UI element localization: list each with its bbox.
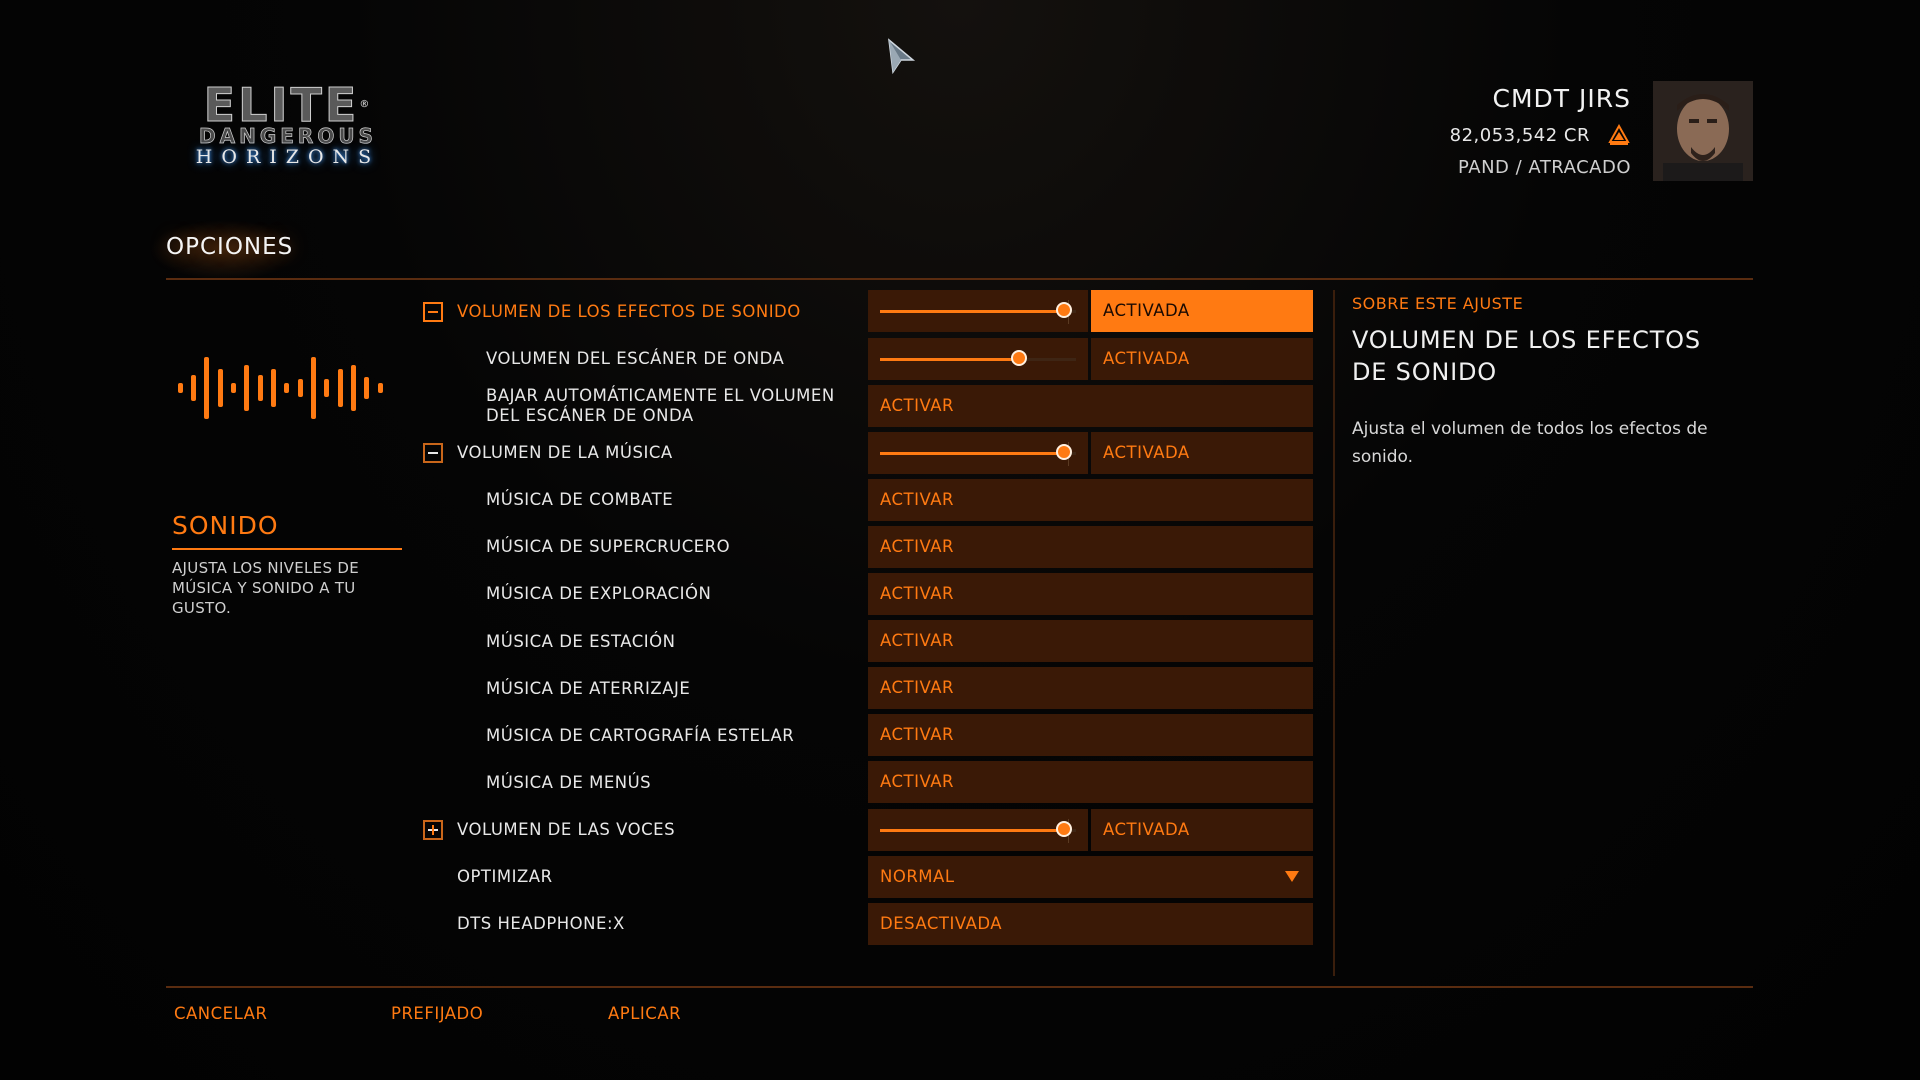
help-body: Ajusta el volumen de todos los efectos d… [1352,419,1708,467]
music-volume-slider[interactable] [868,432,1088,474]
apply-button[interactable]: APLICAR [608,1004,681,1023]
dts-label: DTS HEADPHONE:X [457,914,625,933]
station-music-button[interactable]: ACTIVAR [868,620,1313,662]
exploration-music-label: MÚSICA DE EXPLORACIÓN [486,584,712,603]
help-kicker: SOBRE ESTE AJUSTE [1352,294,1524,313]
auto-lower-button[interactable]: ACTIVAR [868,385,1313,427]
default-button[interactable]: PREFIJADO [391,1004,483,1023]
sfx-volume-label: VOLUMEN DE LOS EFECTOS DE SONIDO [457,302,801,321]
combat-music-label: MÚSICA DE COMBATE [486,490,674,509]
collapse-music-icon[interactable] [423,443,443,463]
help-title: VOLUMEN DE LOS EFECTOS DE SONIDO [1352,326,1701,386]
auto-lower-label: BAJAR AUTOMÁTICAMENTE EL VOLUMEN DEL ESC… [486,386,835,425]
supercruise-music-label: MÚSICA DE SUPERCRUCERO [486,537,731,556]
voice-volume-label: VOLUMEN DE LAS VOCES [457,820,676,839]
menu-music-label: MÚSICA DE MENÚS [486,773,652,792]
credits-balance: 82,053,542 CR [1449,125,1590,146]
chevron-down-icon [1285,871,1299,882]
rank-icon [1608,124,1630,145]
exploration-music-button[interactable]: ACTIVAR [868,573,1313,615]
wave-scanner-volume-label: VOLUMEN DEL ESCÁNER DE ONDA [486,349,785,368]
commander-location: PAND / ATRACADO [1458,157,1631,178]
cancel-button[interactable]: CANCELAR [174,1004,267,1023]
landing-music-button[interactable]: ACTIVAR [868,667,1313,709]
voice-volume-slider[interactable] [868,809,1088,851]
landing-music-label: MÚSICA DE ATERRIZAJE [486,679,691,698]
station-music-label: MÚSICA DE ESTACIÓN [486,632,676,651]
menu-music-button[interactable]: ACTIVAR [868,761,1313,803]
sfx-toggle-button[interactable]: ACTIVADA [1091,290,1313,332]
optimize-dropdown[interactable]: NORMAL [868,856,1313,898]
mouse-cursor-icon [888,38,916,75]
divider [166,986,1753,988]
collapse-sfx-icon[interactable] [423,302,443,322]
optimize-label: OPTIMIZAR [457,867,553,886]
sfx-volume-slider[interactable] [868,290,1088,332]
galmap-music-button[interactable]: ACTIVAR [868,714,1313,756]
divider [166,278,1753,280]
wave-scanner-volume-slider[interactable] [868,338,1088,380]
voice-toggle-button[interactable]: ACTIVADA [1091,809,1313,851]
commander-avatar [1653,81,1753,181]
sound-waveform-icon [178,357,383,419]
category-underline [172,548,402,550]
supercruise-music-button[interactable]: ACTIVAR [868,526,1313,568]
dts-toggle-button[interactable]: DESACTIVADA [868,903,1313,945]
music-toggle-button[interactable]: ACTIVADA [1091,432,1313,474]
expand-voices-icon[interactable] [423,820,443,840]
category-title: SONIDO [172,511,279,540]
page-title: OPCIONES [166,234,294,260]
game-logo: ELITE® DANGEROUS HORIZONS [195,78,381,169]
wave-scanner-toggle-button[interactable]: ACTIVADA [1091,338,1313,380]
commander-name: CMDT JIRS [1492,84,1631,113]
galmap-music-label: MÚSICA DE CARTOGRAFÍA ESTELAR [486,726,795,745]
category-description: AJUSTA LOS NIVELES DE MÚSICA Y SONIDO A … [172,559,359,617]
music-volume-label: VOLUMEN DE LA MÚSICA [457,443,673,462]
combat-music-button[interactable]: ACTIVAR [868,479,1313,521]
panel-divider [1333,290,1335,976]
